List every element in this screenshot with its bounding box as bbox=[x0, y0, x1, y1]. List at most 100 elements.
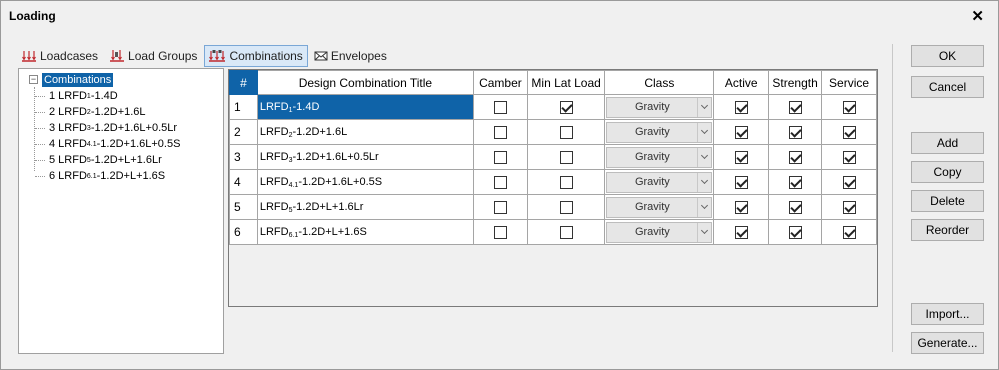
column-header-service[interactable]: Service bbox=[821, 70, 877, 95]
min-lat-load-checkbox[interactable] bbox=[559, 200, 573, 214]
strength-checkbox[interactable] bbox=[788, 175, 802, 189]
camber-checkbox[interactable] bbox=[493, 200, 507, 214]
class-dropdown[interactable]: Gravity bbox=[606, 171, 713, 193]
strength-checkbox[interactable] bbox=[788, 225, 802, 239]
service-checkbox[interactable] bbox=[842, 175, 856, 189]
active-checkbox[interactable] bbox=[734, 200, 748, 214]
ok-button[interactable]: OK bbox=[911, 45, 984, 67]
column-header-camber[interactable]: Camber bbox=[472, 70, 528, 95]
tree-item[interactable]: 1 LRFD 1 -1.4D bbox=[35, 88, 118, 104]
row-number[interactable]: 1 bbox=[229, 94, 258, 120]
active-checkbox[interactable] bbox=[734, 175, 748, 189]
chevron-down-icon[interactable] bbox=[697, 197, 711, 217]
tab-combinations[interactable]: Combinations bbox=[204, 45, 308, 67]
table-row[interactable]: 6 LRFD6.1-1.2D+L+1.6S Gravity bbox=[229, 219, 877, 245]
min-lat-load-checkbox[interactable] bbox=[559, 150, 573, 164]
row-number[interactable]: 4 bbox=[229, 169, 258, 195]
service-checkbox[interactable] bbox=[842, 100, 856, 114]
tree-item[interactable]: 4 LRFD 4.1 -1.2D+1.6L+0.5S bbox=[35, 136, 180, 152]
tree-item[interactable]: 5 LRFD 5 -1.2D+L+1.6Lr bbox=[35, 152, 162, 168]
chevron-down-icon[interactable] bbox=[697, 97, 711, 117]
column-header-min-lat-load[interactable]: Min Lat Load bbox=[526, 70, 606, 95]
tree-root[interactable]: − Combinations bbox=[29, 72, 114, 87]
combinations-table: # Design Combination Title Camber Min La… bbox=[229, 70, 877, 245]
close-icon[interactable]: ✕ bbox=[971, 7, 984, 25]
camber-checkbox[interactable] bbox=[493, 125, 507, 139]
camber-checkbox[interactable] bbox=[493, 225, 507, 239]
combination-title-cell[interactable]: LRFD5-1.2D+L+1.6Lr bbox=[256, 194, 474, 220]
tree-item[interactable]: 6 LRFD 6.1 -1.2D+L+1.6S bbox=[35, 168, 165, 184]
table-row[interactable]: 1 LRFD1-1.4D Gravity bbox=[229, 94, 877, 120]
chevron-down-icon[interactable] bbox=[697, 172, 711, 192]
min-lat-load-checkbox[interactable] bbox=[559, 125, 573, 139]
service-checkbox[interactable] bbox=[842, 150, 856, 164]
envelope-icon bbox=[314, 50, 328, 62]
camber-checkbox[interactable] bbox=[493, 100, 507, 114]
min-lat-load-checkbox[interactable] bbox=[559, 225, 573, 239]
combinations-tree[interactable]: − Combinations 1 LRFD 1 -1.4D 2 LRFD 2 -1.2D… bbox=[18, 68, 224, 354]
row-number[interactable]: 5 bbox=[229, 194, 258, 220]
combination-title-cell[interactable]: LRFD6.1-1.2D+L+1.6S bbox=[256, 219, 474, 245]
combination-title-cell[interactable]: LRFD4.1-1.2D+1.6L+0.5S bbox=[256, 169, 474, 195]
camber-checkbox[interactable] bbox=[493, 150, 507, 164]
table-row[interactable]: 2 LRFD2-1.2D+1.6L Gravity bbox=[229, 119, 877, 145]
combinations-grid[interactable]: # Design Combination Title Camber Min La… bbox=[228, 69, 878, 307]
tab-loadcases[interactable]: Loadcases bbox=[17, 45, 103, 67]
combination-title-cell[interactable]: LRFD1-1.4D bbox=[256, 94, 474, 120]
column-header-number[interactable]: # bbox=[229, 70, 258, 95]
class-value: Gravity bbox=[634, 151, 670, 163]
strength-checkbox[interactable] bbox=[788, 100, 802, 114]
class-cell: Gravity bbox=[604, 119, 715, 145]
combination-formula: -1.4D bbox=[292, 100, 320, 113]
class-dropdown[interactable]: Gravity bbox=[606, 121, 713, 143]
row-number[interactable]: 6 bbox=[229, 219, 258, 245]
combination-title-cell[interactable]: LRFD3-1.2D+1.6L+0.5Lr bbox=[256, 144, 474, 170]
chevron-down-icon[interactable] bbox=[697, 222, 711, 242]
tree-item[interactable]: 3 LRFD 3 -1.2D+1.6L+0.5Lr bbox=[35, 120, 177, 136]
column-header-active[interactable]: Active bbox=[713, 70, 770, 95]
import-button[interactable]: Import... bbox=[911, 303, 984, 325]
table-row[interactable]: 5 LRFD5-1.2D+L+1.6Lr Gravity bbox=[229, 194, 877, 220]
active-checkbox[interactable] bbox=[734, 225, 748, 239]
active-checkbox[interactable] bbox=[734, 125, 748, 139]
active-checkbox[interactable] bbox=[734, 150, 748, 164]
row-number[interactable]: 2 bbox=[229, 119, 258, 145]
table-row[interactable]: 4 LRFD4.1-1.2D+1.6L+0.5S Gravity bbox=[229, 169, 877, 195]
column-header-title[interactable]: Design Combination Title bbox=[256, 70, 474, 95]
chevron-down-icon[interactable] bbox=[697, 122, 711, 142]
tree-item[interactable]: 2 LRFD 2 -1.2D+1.6L bbox=[35, 104, 146, 120]
tab-load-groups[interactable]: Load Groups bbox=[105, 45, 202, 67]
strength-checkbox[interactable] bbox=[788, 125, 802, 139]
service-checkbox[interactable] bbox=[842, 200, 856, 214]
class-dropdown[interactable]: Gravity bbox=[606, 221, 713, 243]
add-button[interactable]: Add bbox=[911, 132, 984, 154]
active-checkbox[interactable] bbox=[734, 100, 748, 114]
chevron-down-icon[interactable] bbox=[697, 147, 711, 167]
column-header-strength[interactable]: Strength bbox=[768, 70, 823, 95]
column-header-class[interactable]: Class bbox=[604, 70, 715, 95]
copy-button[interactable]: Copy bbox=[911, 161, 984, 183]
camber-checkbox[interactable] bbox=[493, 175, 507, 189]
tree-item-label: 4 LRFD bbox=[49, 138, 87, 150]
collapse-icon[interactable]: − bbox=[29, 75, 38, 84]
class-dropdown[interactable]: Gravity bbox=[606, 146, 713, 168]
strength-checkbox[interactable] bbox=[788, 200, 802, 214]
tab-envelopes[interactable]: Envelopes bbox=[310, 45, 392, 67]
service-checkbox[interactable] bbox=[842, 225, 856, 239]
service-checkbox[interactable] bbox=[842, 125, 856, 139]
generate-button[interactable]: Generate... bbox=[911, 332, 984, 354]
tab-label: Loadcases bbox=[40, 49, 99, 63]
tree-root-label[interactable]: Combinations bbox=[42, 72, 114, 87]
combination-title-cell[interactable]: LRFD2-1.2D+1.6L bbox=[256, 119, 474, 145]
reorder-button[interactable]: Reorder bbox=[911, 219, 984, 241]
cancel-button[interactable]: Cancel bbox=[911, 76, 984, 98]
tree-item-subscript: 4.1 bbox=[86, 140, 97, 148]
class-dropdown[interactable]: Gravity bbox=[606, 196, 713, 218]
class-dropdown[interactable]: Gravity bbox=[606, 96, 713, 118]
min-lat-load-checkbox[interactable] bbox=[559, 100, 573, 114]
strength-checkbox[interactable] bbox=[788, 150, 802, 164]
min-lat-load-checkbox[interactable] bbox=[559, 175, 573, 189]
delete-button[interactable]: Delete bbox=[911, 190, 984, 212]
row-number[interactable]: 3 bbox=[229, 144, 258, 170]
table-row[interactable]: 3 LRFD3-1.2D+1.6L+0.5Lr Gravity bbox=[229, 144, 877, 170]
